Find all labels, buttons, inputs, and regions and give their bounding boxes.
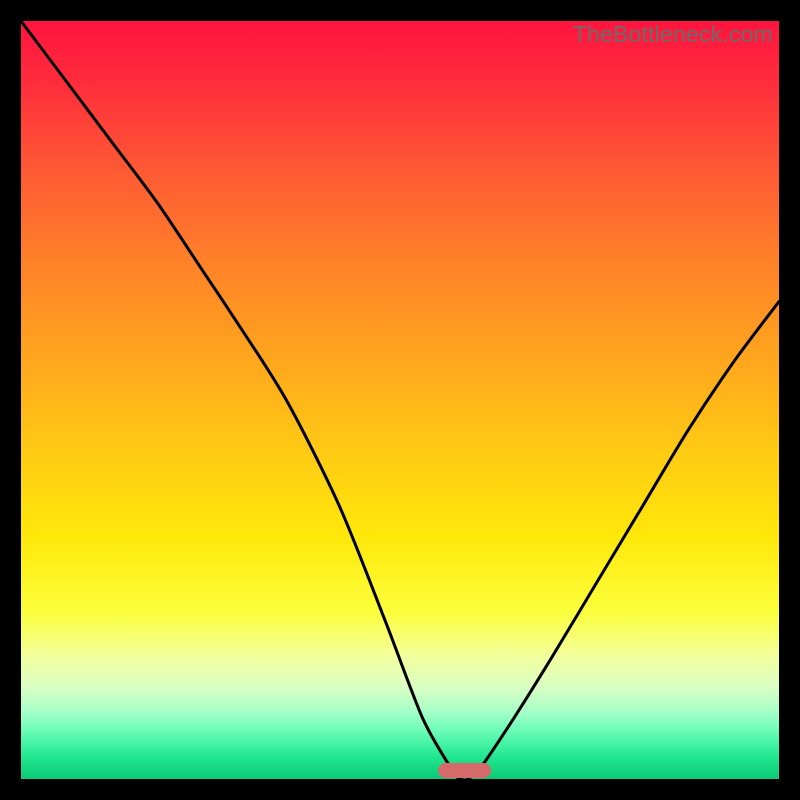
chart-frame: TheBottleneck.com bbox=[0, 0, 800, 800]
curve-path bbox=[21, 21, 779, 779]
bottleneck-curve bbox=[21, 21, 779, 779]
optimal-range-marker bbox=[438, 763, 491, 778]
plot-area: TheBottleneck.com bbox=[21, 21, 779, 779]
